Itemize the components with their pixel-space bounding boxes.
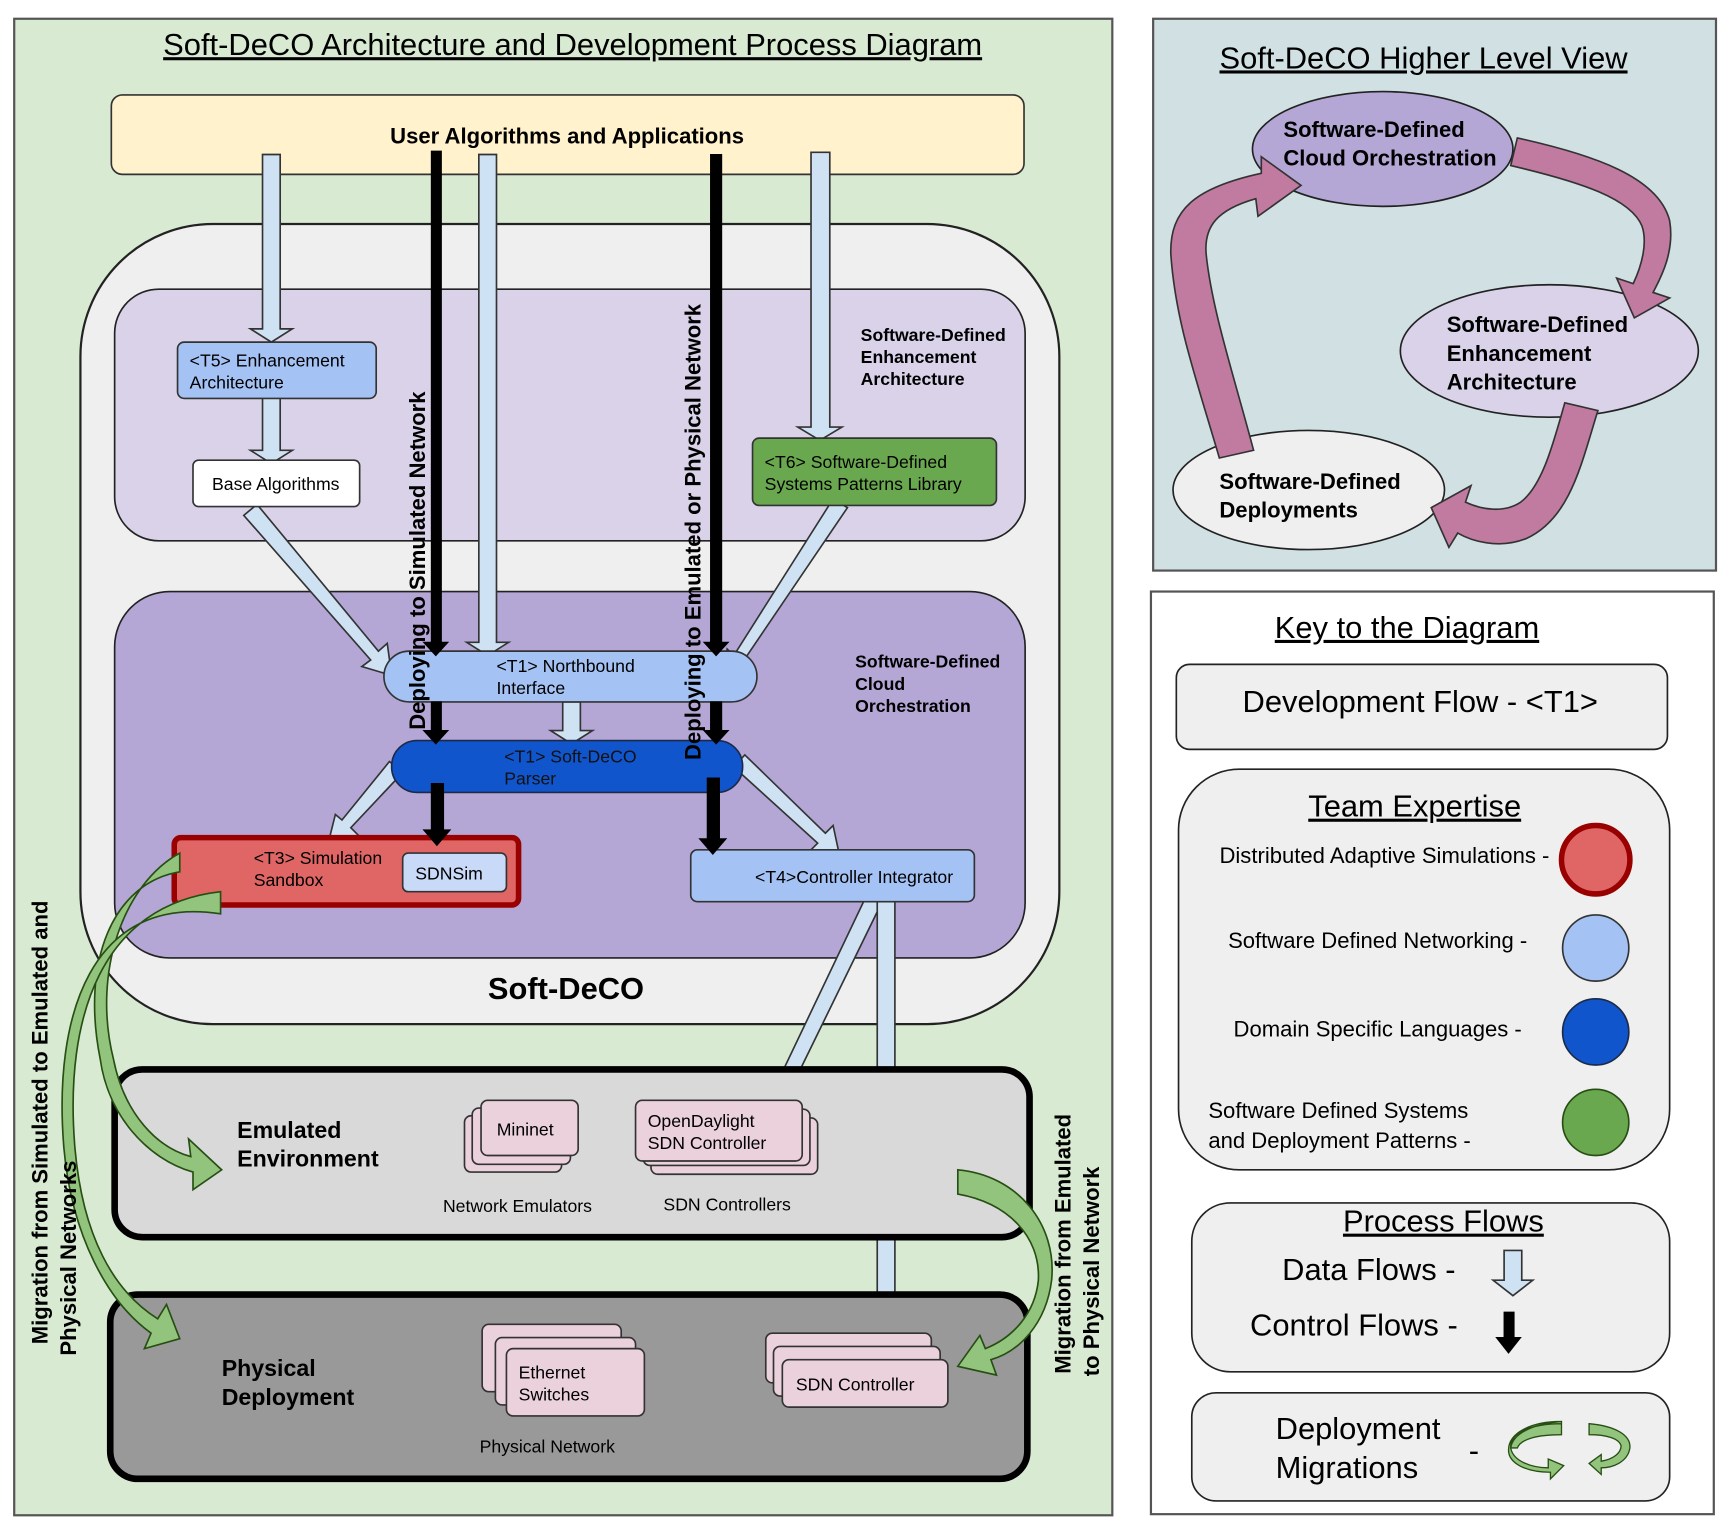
systems-color-icon (1561, 1088, 1630, 1157)
deployments-label: Deployments (1219, 498, 1358, 523)
sdn-controller-label: SDN Controller (796, 1375, 915, 1395)
process-flows-title: Process Flows (1343, 1204, 1544, 1239)
key-panel: Key to the Diagram Development Flow - <T… (1149, 590, 1715, 1516)
label-line: Software-Defined (855, 652, 1000, 672)
migrations-label: Migrations (1276, 1450, 1418, 1485)
architecture-title: Soft-DeCO Architecture and Development P… (163, 27, 982, 62)
label-line: Software-Defined (861, 325, 1006, 345)
opendaylight-label: SDN Controller (648, 1133, 767, 1153)
deployment-migrations-box (1190, 1391, 1671, 1502)
opendaylight-label: OpenDaylight (648, 1111, 755, 1131)
t5-label: <T5> Enhancement (190, 350, 345, 370)
softdeco-label: Soft-DeCO (488, 971, 644, 1006)
t6-label: <T6> Software-Defined (765, 452, 947, 472)
deployments-label: Software-Defined (1219, 469, 1400, 494)
data-flows-label: Data Flows - (1282, 1252, 1455, 1287)
t5-label: Architecture (190, 372, 284, 392)
opendaylight-stack: OpenDaylight SDN Controller (634, 1099, 819, 1176)
ethernet-label: Switches (519, 1384, 590, 1404)
northbound-label: Interface (496, 678, 565, 698)
enhancement-label: Software-Defined (1447, 312, 1628, 337)
mininet-label: Mininet (497, 1120, 554, 1140)
base-algorithms-label: Base Algorithms (212, 474, 340, 494)
higher-level-title: Soft-DeCO Higher Level View (1220, 40, 1629, 75)
physical-label: Deployment (222, 1384, 355, 1410)
label-line: Architecture (861, 369, 965, 389)
t3-label: <T3> Simulation (254, 848, 382, 868)
enhancement-label: Enhancement (1447, 341, 1592, 366)
migration-left-label: Migration from Simulated to Emulated and (27, 901, 52, 1345)
physical-network-label: Physical Network (480, 1436, 615, 1456)
development-flow-label: Development Flow - <T1> (1243, 684, 1598, 719)
migrations-dash: - (1469, 1433, 1479, 1468)
label-line: Orchestration (855, 696, 971, 716)
control-flows-label: Control Flows - (1250, 1307, 1458, 1342)
team-item-label: Distributed Adaptive Simulations - (1219, 843, 1549, 868)
cloud-label: Software-Defined (1283, 117, 1464, 142)
t3-label: Sandbox (254, 870, 324, 890)
physical-label: Physical (222, 1355, 316, 1381)
sdnsim-label: SDNSim (415, 864, 483, 884)
t4-label: <T4>Controller Integrator (755, 867, 953, 887)
team-expertise-title: Team Expertise (1308, 789, 1521, 824)
ethernet-label: Ethernet (519, 1362, 586, 1382)
ethernet-switches-stack: Ethernet Switches (481, 1323, 646, 1417)
label-line: Enhancement (861, 347, 977, 367)
dsl-color-icon (1561, 997, 1630, 1066)
migration-right-label: Migration from Emulated (1050, 1114, 1075, 1374)
emulated-label: Emulated (237, 1117, 341, 1143)
northbound-label: <T1> Northbound (496, 656, 634, 676)
team-item-label: Domain Specific Languages - (1234, 1016, 1522, 1041)
team-item-label: Software Defined Networking - (1228, 928, 1527, 953)
parser-label: <T1> Soft-DeCO (504, 747, 636, 767)
migration-right-label: to Physical Network (1079, 1166, 1104, 1376)
team-item-label: and Deployment Patterns - (1208, 1128, 1470, 1153)
emulated-label: Environment (237, 1146, 379, 1172)
label-line: Cloud (855, 674, 905, 694)
higher-level-view-panel: Soft-DeCO Higher Level View Software-Def… (1152, 17, 1718, 572)
mininet-stack: Mininet (463, 1099, 579, 1173)
architecture-panel: Soft-DeCO Architecture and Development P… (13, 17, 1114, 1517)
enhancement-label: Architecture (1447, 370, 1577, 395)
team-item-label: Software Defined Systems (1208, 1098, 1468, 1123)
deploying-emulated-physical-label: Deploying to Emulated or Physical Networ… (681, 303, 706, 760)
migration-left-label: Physical Networks (56, 1161, 81, 1356)
migrations-label: Deployment (1276, 1411, 1441, 1446)
sdn-controllers-label: SDN Controllers (663, 1195, 791, 1215)
network-emulators-label: Network Emulators (443, 1196, 592, 1216)
sdn-controller-stack: SDN Controller (764, 1332, 949, 1408)
user-apps-label: User Algorithms and Applications (390, 123, 744, 148)
key-title: Key to the Diagram (1275, 610, 1539, 645)
deploying-simulated-label: Deploying to Simulated Network (405, 391, 430, 730)
networking-color-icon (1561, 914, 1630, 982)
t6-label: Systems Patterns Library (765, 474, 962, 494)
diagram: Soft-DeCO Architecture and Development P… (13, 17, 1718, 1517)
parser-label: Parser (504, 769, 556, 789)
simulations-color-icon (1558, 822, 1633, 897)
cloud-label: Cloud Orchestration (1283, 146, 1496, 171)
